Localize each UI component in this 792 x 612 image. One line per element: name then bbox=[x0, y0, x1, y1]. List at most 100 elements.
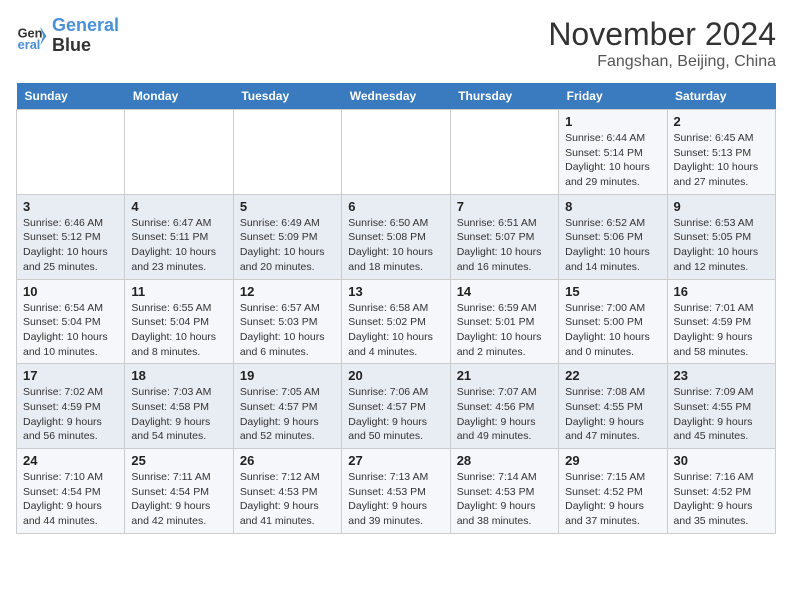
day-number: 11 bbox=[131, 284, 226, 299]
weekday-header-thursday: Thursday bbox=[450, 83, 558, 110]
day-info: Sunrise: 7:09 AM Sunset: 4:55 PM Dayligh… bbox=[674, 385, 769, 444]
calendar-cell: 29 Sunrise: 7:15 AM Sunset: 4:52 PM Dayli… bbox=[559, 449, 667, 534]
calendar-cell: 1 Sunrise: 6:44 AM Sunset: 5:14 PM Daylig… bbox=[559, 110, 667, 195]
calendar-week-row: 10 Sunrise: 6:54 AM Sunset: 5:04 PM Dayli… bbox=[17, 279, 776, 364]
calendar-cell bbox=[233, 110, 341, 195]
day-number: 18 bbox=[131, 368, 226, 383]
day-info: Sunrise: 6:47 AM Sunset: 5:11 PM Dayligh… bbox=[131, 216, 226, 275]
calendar-cell: 28 Sunrise: 7:14 AM Sunset: 4:53 PM Dayli… bbox=[450, 449, 558, 534]
calendar-cell: 7Sunrise: 6:51 AM Sunset: 5:07 PM Daylig… bbox=[450, 194, 558, 279]
day-info: Sunrise: 6:55 AM Sunset: 5:04 PM Dayligh… bbox=[131, 301, 226, 360]
day-number: 6 bbox=[348, 199, 443, 214]
day-number: 17 bbox=[23, 368, 118, 383]
day-info: Sunrise: 6:44 AM Sunset: 5:14 PM Dayligh… bbox=[565, 131, 660, 190]
day-info: Sunrise: 6:59 AM Sunset: 5:01 PM Dayligh… bbox=[457, 301, 552, 360]
day-number: 8 bbox=[565, 199, 660, 214]
calendar-cell bbox=[342, 110, 450, 195]
weekday-header-wednesday: Wednesday bbox=[342, 83, 450, 110]
calendar-cell: 25Sunrise: 7:11 AM Sunset: 4:54 PM Dayli… bbox=[125, 449, 233, 534]
day-info: Sunrise: 7:14 AM Sunset: 4:53 PM Dayligh… bbox=[457, 470, 552, 529]
calendar-cell: 4 Sunrise: 6:47 AM Sunset: 5:11 PM Daylig… bbox=[125, 194, 233, 279]
logo-line1: General bbox=[52, 16, 119, 36]
calendar-cell: 13 Sunrise: 6:58 AM Sunset: 5:02 PM Dayli… bbox=[342, 279, 450, 364]
day-number: 26 bbox=[240, 453, 335, 468]
day-info: Sunrise: 7:01 AM Sunset: 4:59 PM Dayligh… bbox=[674, 301, 769, 360]
calendar-cell: 11 Sunrise: 6:55 AM Sunset: 5:04 PM Dayli… bbox=[125, 279, 233, 364]
calendar-cell: 19 Sunrise: 7:05 AM Sunset: 4:57 PM Dayli… bbox=[233, 364, 341, 449]
calendar-cell: 6 Sunrise: 6:50 AM Sunset: 5:08 PM Daylig… bbox=[342, 194, 450, 279]
calendar-cell: 30Sunrise: 7:16 AM Sunset: 4:52 PM Dayli… bbox=[667, 449, 775, 534]
day-number: 22 bbox=[565, 368, 660, 383]
day-number: 21 bbox=[457, 368, 552, 383]
calendar-week-row: 24Sunrise: 7:10 AM Sunset: 4:54 PM Dayli… bbox=[17, 449, 776, 534]
calendar-cell bbox=[450, 110, 558, 195]
day-info: Sunrise: 7:07 AM Sunset: 4:56 PM Dayligh… bbox=[457, 385, 552, 444]
calendar-cell: 3Sunrise: 6:46 AM Sunset: 5:12 PM Daylig… bbox=[17, 194, 125, 279]
calendar-cell: 5 Sunrise: 6:49 AM Sunset: 5:09 PM Daylig… bbox=[233, 194, 341, 279]
day-number: 13 bbox=[348, 284, 443, 299]
weekday-header-row: SundayMondayTuesdayWednesdayThursdayFrid… bbox=[17, 83, 776, 110]
calendar-cell: 24Sunrise: 7:10 AM Sunset: 4:54 PM Dayli… bbox=[17, 449, 125, 534]
day-number: 29 bbox=[565, 453, 660, 468]
day-info: Sunrise: 6:58 AM Sunset: 5:02 PM Dayligh… bbox=[348, 301, 443, 360]
day-info: Sunrise: 7:00 AM Sunset: 5:00 PM Dayligh… bbox=[565, 301, 660, 360]
title-area: November 2024 Fangshan, Beijing, China bbox=[548, 16, 776, 71]
day-info: Sunrise: 6:45 AM Sunset: 5:13 PM Dayligh… bbox=[674, 131, 769, 190]
calendar-cell: 2 Sunrise: 6:45 AM Sunset: 5:13 PM Daylig… bbox=[667, 110, 775, 195]
calendar-cell: 22Sunrise: 7:08 AM Sunset: 4:55 PM Dayli… bbox=[559, 364, 667, 449]
day-info: Sunrise: 6:54 AM Sunset: 5:04 PM Dayligh… bbox=[23, 301, 118, 360]
day-info: Sunrise: 7:02 AM Sunset: 4:59 PM Dayligh… bbox=[23, 385, 118, 444]
day-info: Sunrise: 6:51 AM Sunset: 5:07 PM Dayligh… bbox=[457, 216, 552, 275]
calendar-cell: 21 Sunrise: 7:07 AM Sunset: 4:56 PM Dayli… bbox=[450, 364, 558, 449]
calendar-cell: 12 Sunrise: 6:57 AM Sunset: 5:03 PM Dayli… bbox=[233, 279, 341, 364]
day-info: Sunrise: 6:50 AM Sunset: 5:08 PM Dayligh… bbox=[348, 216, 443, 275]
day-number: 28 bbox=[457, 453, 552, 468]
weekday-header-friday: Friday bbox=[559, 83, 667, 110]
day-info: Sunrise: 6:49 AM Sunset: 5:09 PM Dayligh… bbox=[240, 216, 335, 275]
day-number: 14 bbox=[457, 284, 552, 299]
day-info: Sunrise: 7:15 AM Sunset: 4:52 PM Dayligh… bbox=[565, 470, 660, 529]
day-number: 12 bbox=[240, 284, 335, 299]
calendar-cell: 17 Sunrise: 7:02 AM Sunset: 4:59 PM Dayli… bbox=[17, 364, 125, 449]
day-info: Sunrise: 7:11 AM Sunset: 4:54 PM Dayligh… bbox=[131, 470, 226, 529]
day-number: 27 bbox=[348, 453, 443, 468]
calendar-cell: 20Sunrise: 7:06 AM Sunset: 4:57 PM Dayli… bbox=[342, 364, 450, 449]
day-number: 10 bbox=[23, 284, 118, 299]
calendar-cell: 9Sunrise: 6:53 AM Sunset: 5:05 PM Daylig… bbox=[667, 194, 775, 279]
day-number: 5 bbox=[240, 199, 335, 214]
page-header: Gen eral General Blue November 2024 Fang… bbox=[16, 16, 776, 71]
day-info: Sunrise: 6:52 AM Sunset: 5:06 PM Dayligh… bbox=[565, 216, 660, 275]
weekday-header-sunday: Sunday bbox=[17, 83, 125, 110]
day-number: 20 bbox=[348, 368, 443, 383]
day-info: Sunrise: 7:05 AM Sunset: 4:57 PM Dayligh… bbox=[240, 385, 335, 444]
day-info: Sunrise: 6:57 AM Sunset: 5:03 PM Dayligh… bbox=[240, 301, 335, 360]
calendar-cell: 23 Sunrise: 7:09 AM Sunset: 4:55 PM Dayli… bbox=[667, 364, 775, 449]
day-number: 4 bbox=[131, 199, 226, 214]
svg-text:eral: eral bbox=[18, 37, 41, 52]
weekday-header-tuesday: Tuesday bbox=[233, 83, 341, 110]
day-number: 15 bbox=[565, 284, 660, 299]
day-info: Sunrise: 7:10 AM Sunset: 4:54 PM Dayligh… bbox=[23, 470, 118, 529]
day-info: Sunrise: 7:13 AM Sunset: 4:53 PM Dayligh… bbox=[348, 470, 443, 529]
logo: Gen eral General Blue bbox=[16, 16, 119, 56]
calendar-cell: 27 Sunrise: 7:13 AM Sunset: 4:53 PM Dayli… bbox=[342, 449, 450, 534]
calendar-cell bbox=[17, 110, 125, 195]
calendar-cell: 10 Sunrise: 6:54 AM Sunset: 5:04 PM Dayli… bbox=[17, 279, 125, 364]
calendar-cell: 26 Sunrise: 7:12 AM Sunset: 4:53 PM Dayli… bbox=[233, 449, 341, 534]
day-number: 23 bbox=[674, 368, 769, 383]
day-number: 2 bbox=[674, 114, 769, 129]
calendar-cell: 16 Sunrise: 7:01 AM Sunset: 4:59 PM Dayli… bbox=[667, 279, 775, 364]
day-number: 9 bbox=[674, 199, 769, 214]
calendar-cell: 18Sunrise: 7:03 AM Sunset: 4:58 PM Dayli… bbox=[125, 364, 233, 449]
day-info: Sunrise: 7:12 AM Sunset: 4:53 PM Dayligh… bbox=[240, 470, 335, 529]
day-number: 19 bbox=[240, 368, 335, 383]
calendar-cell: 8 Sunrise: 6:52 AM Sunset: 5:06 PM Daylig… bbox=[559, 194, 667, 279]
day-number: 1 bbox=[565, 114, 660, 129]
calendar-week-row: 3Sunrise: 6:46 AM Sunset: 5:12 PM Daylig… bbox=[17, 194, 776, 279]
calendar-week-row: 17 Sunrise: 7:02 AM Sunset: 4:59 PM Dayli… bbox=[17, 364, 776, 449]
day-number: 3 bbox=[23, 199, 118, 214]
logo-icon: Gen eral bbox=[16, 20, 48, 52]
calendar-cell bbox=[125, 110, 233, 195]
day-number: 16 bbox=[674, 284, 769, 299]
logo-line2: Blue bbox=[52, 36, 119, 56]
